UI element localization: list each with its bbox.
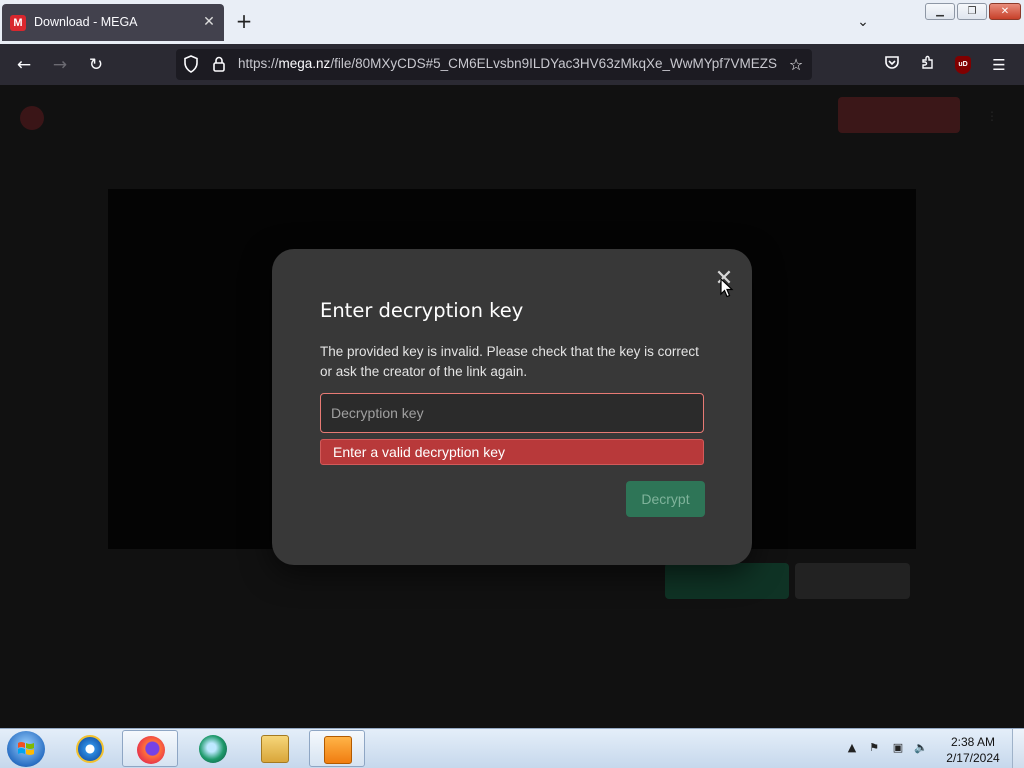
volume-icon[interactable]: 🔈 — [914, 741, 928, 755]
file-explorer-icon — [261, 735, 289, 763]
windows-taskbar: ▲ ⚑ ▣ 🔈 2:38 AM 2/17/2024 — [0, 728, 1024, 768]
taskbar-app[interactable] — [185, 730, 241, 767]
list-all-tabs-chevron-icon[interactable]: ⌄ — [852, 11, 874, 33]
error-message: Enter a valid decryption key — [320, 439, 704, 465]
clock-time: 2:38 AM — [950, 735, 996, 749]
url-path: /file/80MXyCDS#5_CM6ELvsbn9ILDYac3HV63zM… — [330, 56, 777, 71]
bookmark-star-icon[interactable]: ☆ — [786, 55, 806, 75]
clock-date: 2/17/2024 — [946, 751, 1000, 765]
dialog-title: Enter decryption key — [320, 299, 524, 322]
action-center-flag-icon[interactable]: ⚑ — [867, 741, 881, 755]
system-clock[interactable]: 2:38 AM 2/17/2024 — [940, 734, 1006, 766]
back-arrow-icon[interactable]: ← — [12, 53, 36, 77]
window-minimize-button[interactable]: ▁ — [925, 3, 955, 20]
mouse-cursor-icon — [720, 278, 734, 298]
mega-favicon-icon: M — [10, 15, 26, 31]
show-desktop-button[interactable] — [1012, 729, 1024, 768]
taskbar-explorer[interactable] — [247, 730, 303, 767]
hamburger-menu-icon[interactable]: ☰ — [988, 54, 1010, 76]
dimmed-download-button — [665, 563, 789, 599]
navigation-toolbar: ← → ↻ https://mega.nz/file/80MXyCDS#5_CM… — [0, 44, 1024, 85]
dialog-description: The provided key is invalid. Please chec… — [320, 344, 699, 379]
internet-explorer-icon — [76, 735, 104, 763]
tab-title: Download - MEGA — [34, 15, 138, 29]
reload-icon[interactable]: ↻ — [84, 53, 108, 77]
windows-logo-icon — [18, 742, 34, 755]
show-hidden-icons-chevron-icon[interactable]: ▲ — [845, 741, 859, 755]
taskbar-firefox[interactable] — [122, 730, 178, 767]
ublock-origin-icon[interactable]: uD — [955, 56, 971, 74]
tracking-protection-shield-icon[interactable] — [182, 55, 200, 73]
new-tab-button[interactable]: + — [233, 10, 255, 32]
dimmed-header-button — [838, 97, 960, 133]
dimmed-save-button — [795, 563, 910, 599]
url-scheme: https:// — [238, 56, 279, 71]
url-host: mega.nz — [278, 56, 331, 71]
network-icon[interactable]: ▣ — [891, 741, 905, 755]
start-button[interactable] — [7, 731, 45, 767]
browser-tab[interactable]: M Download - MEGA ✕ — [2, 4, 224, 41]
extensions-puzzle-icon[interactable] — [917, 54, 939, 76]
decryption-key-dialog: ✕ Enter decryption key The provided key … — [272, 249, 752, 565]
app-icon — [199, 735, 227, 763]
decrypt-button[interactable]: Decrypt — [626, 481, 705, 517]
taskbar-media-player[interactable] — [309, 730, 365, 767]
url-text[interactable]: https://mega.nz/file/80MXyCDS#5_CM6ELvsb… — [238, 56, 778, 71]
lock-icon[interactable] — [210, 55, 228, 73]
media-player-icon — [324, 736, 352, 764]
screen: M Download - MEGA ✕ + ⌄ ▁ ❐ ✕ ← → ↻ http… — [0, 0, 1024, 768]
decryption-key-input[interactable] — [320, 393, 704, 433]
address-bar[interactable]: https://mega.nz/file/80MXyCDS#5_CM6ELvsb… — [176, 49, 812, 80]
mega-logo-icon — [20, 106, 44, 130]
forward-arrow-icon[interactable]: → — [48, 53, 72, 77]
window-close-button[interactable]: ✕ — [989, 3, 1021, 20]
firefox-icon — [137, 736, 165, 764]
window-restore-button[interactable]: ❐ — [957, 3, 987, 20]
tab-strip: M Download - MEGA ✕ + ⌄ ▁ ❐ ✕ — [0, 0, 1024, 44]
mega-wordmark — [54, 109, 114, 123]
dimmed-menu-icon: ⋮ — [986, 109, 998, 123]
taskbar-ie[interactable] — [62, 730, 118, 767]
pocket-icon[interactable] — [881, 54, 903, 76]
tab-close-icon[interactable]: ✕ — [200, 13, 218, 31]
